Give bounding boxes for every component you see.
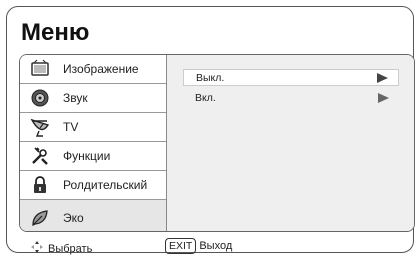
menu-item-sound[interactable]: Звук <box>20 84 167 113</box>
menu-item-label: Функции <box>63 149 111 163</box>
menu-item-eco[interactable]: Эко <box>20 200 167 231</box>
arrow-right-icon <box>377 72 388 83</box>
option-on[interactable]: Вкл. <box>183 89 399 106</box>
menu-item-label: Звук <box>63 91 88 105</box>
category-menu: Изображение Звук TV Функции Ролдительски… <box>20 55 167 231</box>
option-label: Вкл. <box>195 91 216 104</box>
exit-hint: EXIT Выход <box>165 238 232 254</box>
speaker-icon <box>29 87 51 109</box>
menu-item-picture[interactable]: Изображение <box>20 55 167 84</box>
menu-item-label: Ролдительский <box>63 178 148 192</box>
arrow-right-icon <box>378 92 389 103</box>
navigate-hint: Выбрать <box>29 239 92 258</box>
menu-window: Меню Изображение Звук TV Функции Ролдите… <box>6 6 415 255</box>
tools-icon <box>29 145 51 167</box>
footer-hints: Выбрать EXIT Выход <box>19 238 415 258</box>
menu-item-parental[interactable]: Ролдительский <box>20 171 167 200</box>
page-title: Меню <box>21 19 90 46</box>
navigate-label: Выбрать <box>48 242 93 255</box>
exit-label: Выход <box>199 240 233 252</box>
menu-item-tv[interactable]: TV <box>20 113 167 142</box>
exit-key: EXIT <box>165 238 197 254</box>
menu-item-label: Эко <box>63 210 84 225</box>
updown-arrows-icon <box>29 239 45 258</box>
menu-panel: Изображение Звук TV Функции Ролдительски… <box>19 54 415 232</box>
satellite-dish-icon <box>29 116 51 138</box>
menu-item-functions[interactable]: Функции <box>20 142 167 171</box>
leaf-icon <box>29 207 51 229</box>
menu-item-label: TV <box>63 120 79 134</box>
option-off[interactable]: Выкл. <box>183 69 399 86</box>
lock-icon <box>29 174 51 196</box>
option-label: Выкл. <box>196 71 225 84</box>
menu-item-label: Изображение <box>63 62 139 76</box>
options-list: Выкл. Вкл. <box>167 55 414 231</box>
picture-icon <box>29 58 51 80</box>
